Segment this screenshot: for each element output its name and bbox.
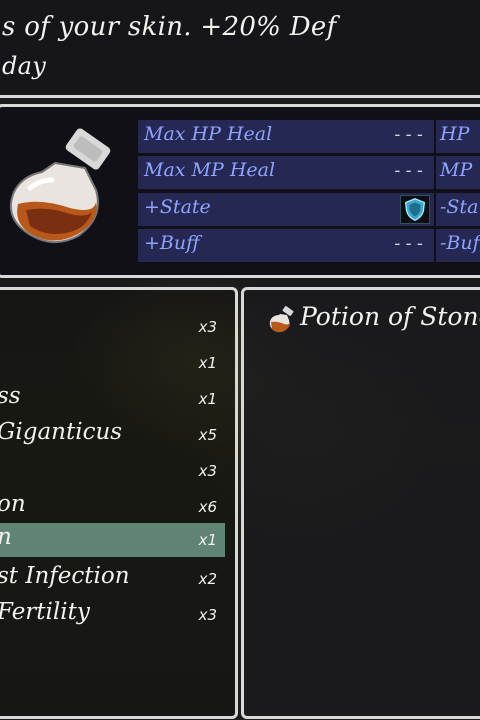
item-quantity: x2 — [198, 570, 217, 588]
item-detail-title: Potion of Stone — [300, 302, 480, 331]
item-list-window: x3 x1 ss x1 Giganticus x5 x3 on x6 n x1 … — [0, 287, 238, 719]
stat-label: -Buf — [440, 232, 480, 254]
stat-row-remove-buff: -Buf — [436, 229, 480, 262]
list-item[interactable]: x3 — [0, 310, 225, 344]
list-item[interactable]: ss x1 — [0, 382, 225, 416]
item-detail-window — [241, 287, 480, 719]
item-name: Fertility — [0, 599, 90, 625]
list-item[interactable]: x3 — [0, 454, 225, 488]
stat-row-mp-heal: MP — [436, 156, 480, 189]
help-window: s of your skin. +20% Def day — [0, 0, 480, 98]
item-quantity: x3 — [198, 606, 217, 624]
stat-row-add-buff: +Buff --- — [138, 229, 434, 262]
potion-bottle-icon — [10, 128, 111, 243]
item-name: ss — [0, 383, 21, 409]
stat-label: +State — [144, 196, 211, 218]
list-item[interactable]: Giganticus x5 — [0, 418, 225, 452]
stat-label: HP — [440, 123, 470, 145]
stat-row-hp-heal: HP — [436, 120, 480, 153]
item-name: Giganticus — [0, 419, 123, 445]
stat-row-max-hp-heal: Max HP Heal --- — [138, 120, 434, 153]
item-quantity: x5 — [198, 426, 217, 444]
stat-row-max-mp-heal: Max MP Heal --- — [138, 156, 434, 189]
item-quantity: x1 — [198, 354, 217, 372]
list-item-selected[interactable]: n x1 — [0, 523, 225, 557]
stat-label: -Sta — [440, 196, 479, 218]
stat-value: --- — [392, 161, 426, 181]
stat-row-add-state: +State — [138, 193, 434, 226]
potion-icon — [269, 306, 294, 333]
item-quantity: x1 — [198, 531, 217, 549]
item-name: st Infection — [0, 563, 130, 589]
item-quantity: x6 — [198, 498, 217, 516]
list-item[interactable]: x1 — [0, 346, 225, 380]
stat-label: MP — [440, 159, 473, 181]
item-name: n — [0, 524, 12, 550]
help-text-line-1: s of your skin. +20% Def — [2, 12, 337, 42]
shield-icon — [404, 198, 426, 221]
stat-label: +Buff — [144, 232, 200, 254]
state-icon-slot — [400, 195, 430, 224]
stat-value: --- — [392, 234, 426, 254]
list-item[interactable]: Fertility x3 — [0, 598, 225, 632]
help-text-line-2: day — [2, 52, 47, 80]
item-quantity: x1 — [198, 390, 217, 408]
stat-label: Max MP Heal — [144, 159, 276, 181]
stat-value: --- — [392, 125, 426, 145]
list-item[interactable]: st Infection x2 — [0, 562, 225, 596]
list-item[interactable]: on x6 — [0, 490, 225, 524]
item-quantity: x3 — [198, 462, 217, 480]
item-name: on — [0, 491, 26, 517]
stat-row-remove-state: -Sta — [436, 193, 480, 226]
stat-label: Max HP Heal — [144, 123, 273, 145]
item-quantity: x3 — [198, 318, 217, 336]
